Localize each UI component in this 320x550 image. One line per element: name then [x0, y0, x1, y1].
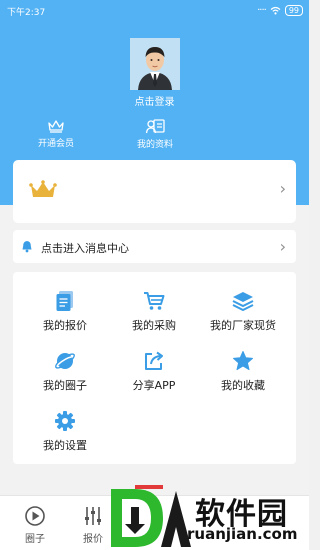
cart-icon [144, 292, 165, 310]
grid-item-label: 我的厂家现货 [210, 319, 276, 332]
gear-icon [55, 411, 75, 431]
watermark-url: ruanjian.com [187, 525, 298, 543]
nav-tab-label: 圈子 [25, 534, 45, 545]
status-indicators: ···· 99 [257, 4, 303, 16]
grid-item-my-purchases[interactable]: 我的采购 [107, 290, 201, 333]
grid-item-label: 我的设置 [43, 439, 87, 452]
grid-item-my-circles[interactable]: 我的圈子 [18, 350, 112, 393]
status-time: 下午2:37 [7, 8, 46, 18]
profile-card-icon [145, 119, 165, 134]
document-icon [56, 291, 73, 311]
vip-card[interactable]: › [13, 160, 296, 223]
crown-icon [48, 120, 64, 133]
message-center-label: 点击进入消息中心 [41, 242, 129, 255]
open-membership-label: 开通会员 [37, 139, 74, 149]
avatar[interactable] [130, 38, 180, 90]
bell-icon [22, 241, 32, 253]
crown-icon [29, 180, 57, 197]
grid-item-share-app[interactable]: 分享APP [107, 350, 201, 393]
planet-icon [55, 353, 75, 369]
grid-item-my-favorites[interactable]: 我的收藏 [196, 350, 290, 393]
login-link[interactable]: 点击登录 [0, 93, 309, 108]
grid-item-label: 我的采购 [132, 319, 176, 332]
status-bar: 下午2:37 ···· 99 [0, 0, 309, 22]
layers-icon [232, 292, 254, 312]
grid-item-my-factory-stock[interactable]: 我的厂家现货 [196, 290, 290, 333]
grid-item-label: 我的报价 [43, 319, 87, 332]
feature-grid: 我的报价 我的采购 我的厂家现货 我的圈子 分享APP 我的收藏 我的设置 [13, 272, 296, 464]
signal-icon: ···· [257, 4, 267, 16]
grid-item-my-quotes[interactable]: 我的报价 [18, 290, 112, 333]
battery-icon: 99 [284, 4, 303, 16]
open-membership-link[interactable]: 开通会员 [16, 119, 96, 149]
grid-item-label: 分享APP [132, 379, 176, 392]
my-profile-link[interactable]: 我的资料 [115, 119, 195, 150]
wifi-icon [270, 6, 281, 14]
nav-tab-label: 报价 [83, 534, 103, 545]
chevron-right-icon: › [279, 237, 286, 256]
my-profile-label: 我的资料 [136, 140, 173, 150]
grid-item-label: 我的圈子 [43, 379, 87, 392]
chevron-right-icon: › [279, 179, 286, 198]
nav-tab-circles[interactable]: 圈子 [20, 505, 50, 545]
grid-item-label: 我的收藏 [221, 379, 265, 392]
watermark-logo: 软件园 ruanjian.com [105, 487, 309, 550]
share-icon [145, 351, 163, 370]
message-center-bar[interactable]: 点击进入消息中心 › [13, 230, 296, 263]
nav-tab-quotes[interactable]: 报价 [78, 505, 108, 545]
sliders-icon [85, 507, 101, 525]
star-icon [233, 351, 253, 371]
grid-item-my-settings[interactable]: 我的设置 [18, 410, 112, 453]
profile-page: 下午2:37 ···· 99 点击登录 开通会员 我的资料 › 点击进入消息中心… [0, 0, 309, 550]
circle-play-icon [25, 506, 45, 526]
download-logo-icon [111, 489, 191, 547]
